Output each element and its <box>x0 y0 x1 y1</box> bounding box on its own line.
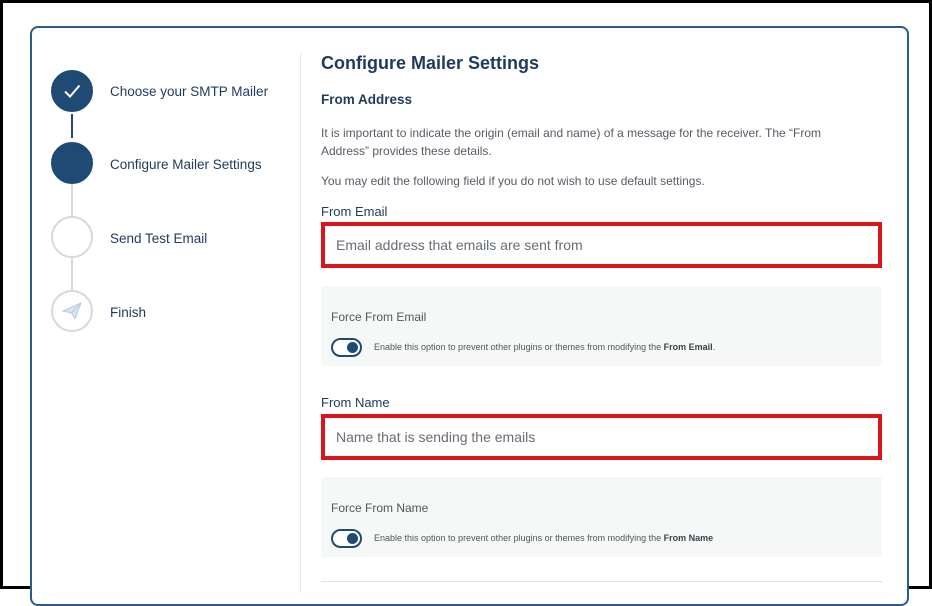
force-from-email-description: Enable this option to prevent other plug… <box>374 342 716 352</box>
wizard-stepper: Choose your SMTP Mailer Configure Mailer… <box>32 28 302 588</box>
step-2-label[interactable]: Configure Mailer Settings <box>110 157 262 172</box>
step-connector-3 <box>71 258 73 290</box>
main-content: Configure Mailer Settings From Address I… <box>321 28 886 588</box>
checkmark-icon <box>64 84 81 98</box>
step-1-indicator[interactable] <box>51 70 93 112</box>
step-4-indicator[interactable] <box>51 290 93 332</box>
from-email-input[interactable] <box>336 226 878 264</box>
from-name-field-wrapper <box>321 414 882 460</box>
force-from-name-panel: Force From Name Enable this option to pr… <box>321 477 882 557</box>
force-from-name-title: Force From Name <box>331 501 429 515</box>
toggle-knob <box>347 342 358 353</box>
force-from-email-toggle[interactable] <box>331 338 362 357</box>
setup-wizard-card: Choose your SMTP Mailer Configure Mailer… <box>30 26 909 606</box>
from-name-input[interactable] <box>336 418 878 456</box>
step-connector-2 <box>71 184 73 216</box>
paper-plane-icon <box>61 302 82 321</box>
from-email-field-wrapper <box>321 222 882 268</box>
default-settings-note: You may edit the following field if you … <box>321 174 705 188</box>
step-3-indicator[interactable] <box>51 216 93 258</box>
toggle-knob <box>347 533 358 544</box>
step-1-label[interactable]: Choose your SMTP Mailer <box>110 84 268 99</box>
screenshot-frame: Choose your SMTP Mailer Configure Mailer… <box>0 0 932 606</box>
section-title: From Address <box>321 92 413 107</box>
force-from-email-panel: Force From Email Enable this option to p… <box>321 286 882 366</box>
from-name-label: From Name <box>321 395 390 410</box>
page-title: Configure Mailer Settings <box>321 53 540 73</box>
step-3-label[interactable]: Send Test Email <box>110 231 207 246</box>
section-divider <box>321 581 882 582</box>
stepper-divider <box>300 53 301 593</box>
step-4-label[interactable]: Finish <box>110 305 146 320</box>
from-email-label: From Email <box>321 204 388 219</box>
step-2-indicator[interactable] <box>51 142 93 184</box>
section-description: It is important to indicate the origin (… <box>321 126 822 158</box>
force-from-email-title: Force From Email <box>331 310 427 324</box>
force-from-name-description: Enable this option to prevent other plug… <box>374 533 714 543</box>
force-from-name-toggle[interactable] <box>331 529 362 548</box>
step-connector-1 <box>71 114 73 138</box>
